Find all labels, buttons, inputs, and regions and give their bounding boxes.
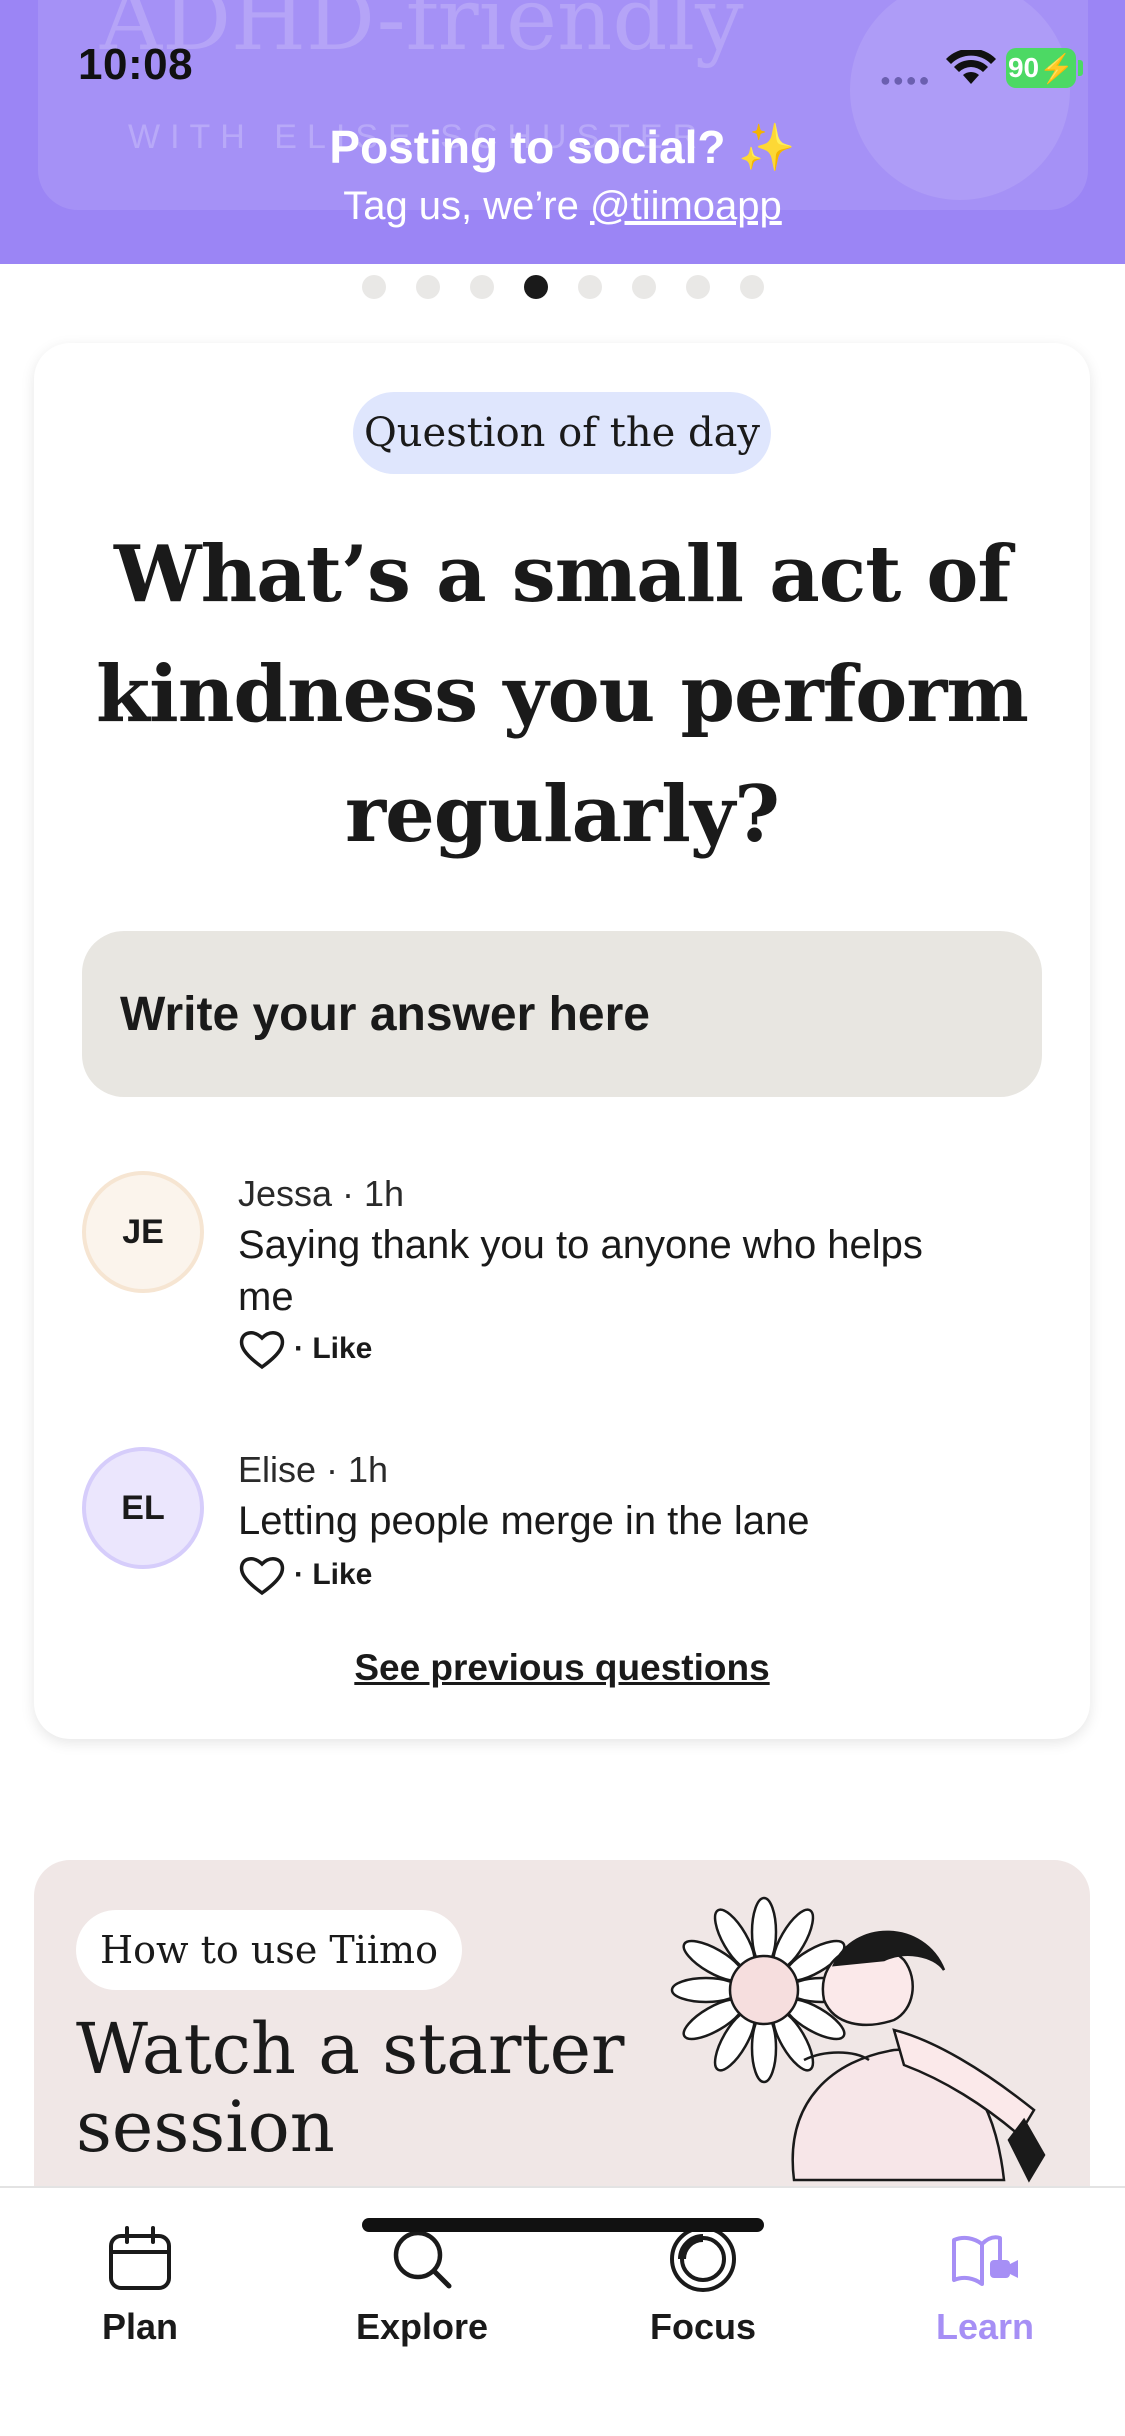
comment-text: Saying thank you to anyone who helps me xyxy=(238,1223,923,1319)
question-of-the-day-card: Question of the day What’s a small act o… xyxy=(34,343,1090,1739)
see-previous-questions-link[interactable]: See previous questions xyxy=(34,1647,1090,1689)
answer-input[interactable]: Write your answer here xyxy=(82,931,1042,1097)
tab-focus[interactable]: Focus xyxy=(583,2224,823,2348)
starter-session-card[interactable]: How to use Tiimo Watch a starter session xyxy=(34,1860,1090,2190)
tab-label: Focus xyxy=(649,2306,756,2347)
heart-icon xyxy=(239,1331,285,1370)
wifi-icon xyxy=(946,50,996,84)
battery-icon: 90 ⚡ xyxy=(1006,48,1076,88)
home-indicator xyxy=(362,2218,764,2232)
like-label: · Like xyxy=(294,1558,373,1591)
banner-subtitle: Tag us, we’re @tiimoapp xyxy=(0,184,1125,229)
pager-dot[interactable] xyxy=(685,275,710,299)
banner-title: Posting to social? ✨ xyxy=(329,121,796,173)
question-title: What’s a small act of kindness you perfo… xyxy=(96,529,1029,860)
avatar-jessa[interactable]: JE xyxy=(82,1171,204,1293)
search-icon xyxy=(393,2230,452,2289)
banner-subtitle-prefix: Tag us, we’re xyxy=(343,184,590,228)
like-button[interactable]: · Like xyxy=(238,1554,372,1596)
carousel-pager[interactable] xyxy=(0,275,1125,299)
tab-explore[interactable]: Explore xyxy=(302,2224,542,2348)
starter-session-title: Watch a starter session xyxy=(76,2008,625,2168)
book-video-icon xyxy=(952,2235,1018,2286)
pager-dot[interactable] xyxy=(415,275,440,299)
heart-icon xyxy=(239,1557,285,1596)
banner-ghost-title: ADHD-friendly xyxy=(100,0,744,70)
hugging-flower-illustration xyxy=(670,1896,1046,2183)
battery-cap xyxy=(1078,60,1083,76)
pager-dot[interactable] xyxy=(631,275,656,299)
focus-icon xyxy=(670,2226,736,2292)
pager-dot[interactable] xyxy=(577,275,602,299)
social-banner[interactable]: ADHD-friendly WITH ELISE SCHUSTER 10:08 … xyxy=(0,0,1125,264)
avatar-elise[interactable]: EL xyxy=(82,1447,204,1569)
tab-label: Explore xyxy=(355,2306,489,2347)
pager-dot-active[interactable] xyxy=(523,275,548,299)
comment-text: Letting people merge in the lane xyxy=(238,1499,810,1543)
tab-learn[interactable]: Learn xyxy=(865,2224,1105,2348)
cellular-signal-icon: ●●●● xyxy=(880,70,932,90)
status-time: 10:08 xyxy=(78,40,194,89)
tab-plan[interactable]: Plan xyxy=(20,2224,260,2348)
tab-label: Plan xyxy=(101,2306,179,2347)
calendar-icon xyxy=(109,2226,171,2290)
tab-label: Learn xyxy=(935,2306,1035,2347)
pager-dot[interactable] xyxy=(469,275,494,299)
pager-dot[interactable] xyxy=(361,275,386,299)
like-button[interactable]: · Like xyxy=(238,1328,372,1370)
comment-meta: Jessa · 1h xyxy=(238,1173,405,1214)
like-label: · Like xyxy=(294,1332,373,1365)
how-to-use-pill: How to use Tiimo xyxy=(76,1910,462,1990)
pager-dot[interactable] xyxy=(739,275,764,299)
tiimo-handle-link[interactable]: @tiimoapp xyxy=(590,184,782,228)
question-of-the-day-pill: Question of the day xyxy=(353,392,771,474)
comment-meta: Elise · 1h xyxy=(238,1449,389,1490)
battery-level: 90 xyxy=(1007,52,1040,83)
